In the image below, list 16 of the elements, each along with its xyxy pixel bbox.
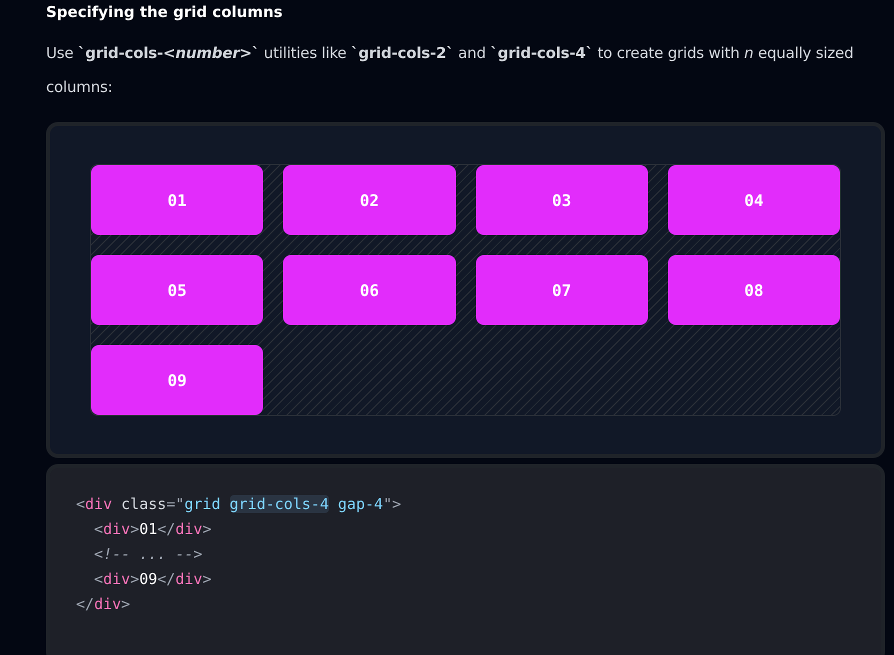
code-line: <div>09</div>: [93, 569, 212, 590]
grid-item: 04: [668, 165, 840, 235]
code-line: <!-- ... -->: [93, 544, 204, 565]
intro-paragraph: Use `grid-cols-<number>` utilities like `grid-cols-2` and `grid-cols-4` to create grids with n equally sized columns:: [46, 43, 854, 98]
code-line: <div>01</div>: [93, 519, 212, 540]
code-line: </div>: [76, 594, 132, 615]
grid-item: 09: [91, 345, 264, 415]
grid-item: 02: [283, 165, 456, 235]
grid-item: 05: [91, 255, 264, 325]
code-line: <div class="grid grid-cols-4 gap-4">: [76, 494, 402, 515]
grid-item: 08: [668, 255, 840, 325]
grid-item: 03: [476, 165, 648, 235]
grid-item: 07: [476, 255, 648, 325]
grid-item: 01: [91, 165, 264, 235]
section-heading: Specifying the grid columns: [46, 2, 284, 22]
grid-item: 06: [283, 255, 456, 325]
